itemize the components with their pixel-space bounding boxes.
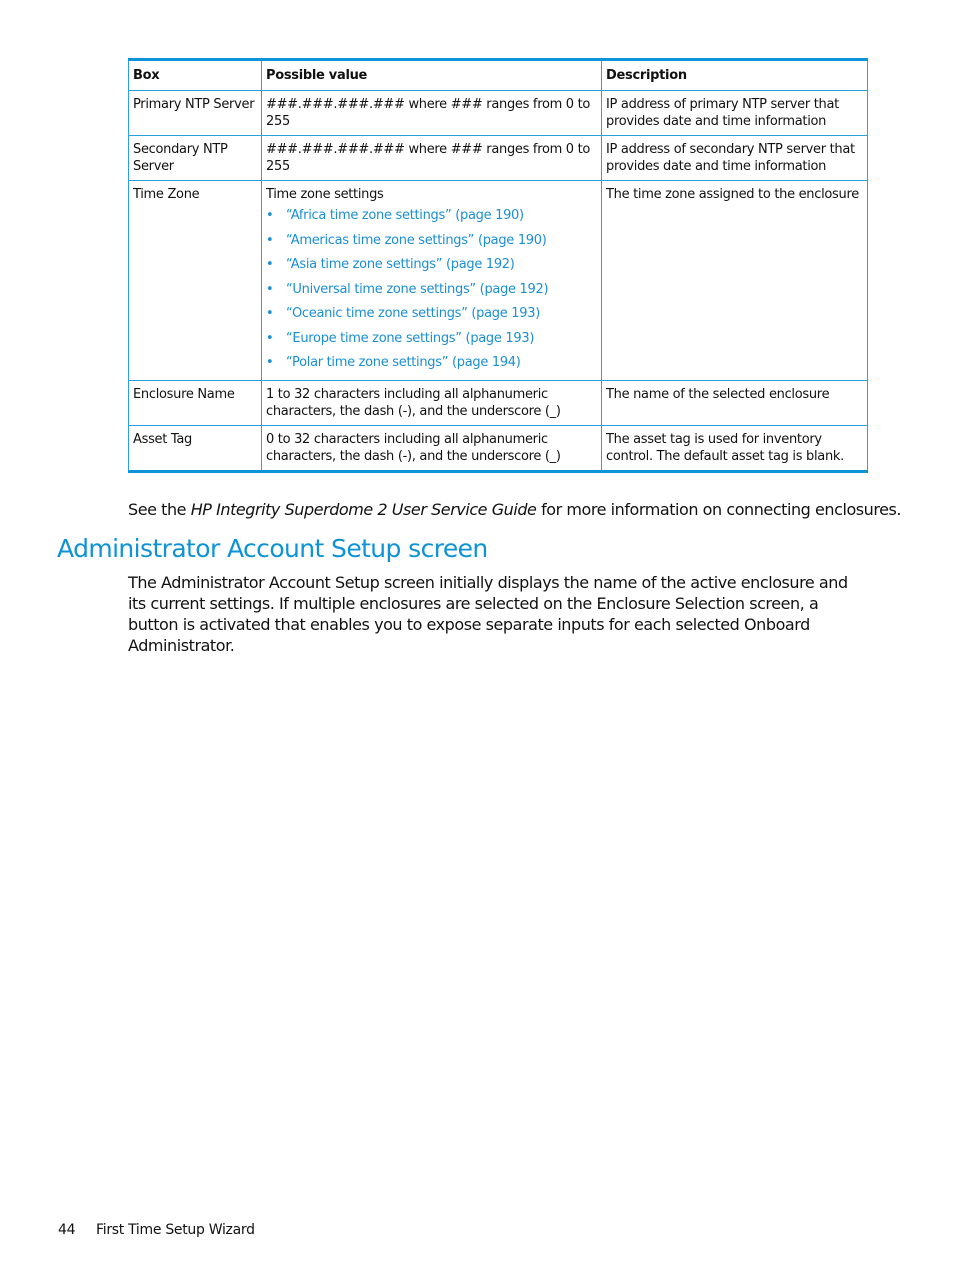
bullet-icon: •: [266, 330, 274, 346]
settings-table: Box Possible value Description Primary N…: [128, 58, 868, 473]
see-also-note: See the HP Integrity Superdome 2 User Se…: [128, 500, 901, 519]
table-row: Primary NTP Server ###.###.###.### where…: [128, 90, 868, 136]
list-item: • “Africa time zone settings” (page 190): [266, 207, 596, 224]
table-header-row: Box Possible value Description: [128, 59, 868, 91]
list-item: • “Americas time zone settings” (page 190…: [266, 232, 596, 249]
cell-box: Enclosure Name: [128, 380, 262, 426]
cell-description: The time zone assigned to the enclosure: [601, 180, 868, 381]
cell-description: The asset tag is used for inventory cont…: [601, 425, 868, 472]
link-americas-time-zone[interactable]: “Americas time zone settings” (page 190): [286, 233, 547, 248]
bullet-icon: •: [266, 355, 274, 370]
header-possible-value: Possible value: [261, 59, 602, 91]
cell-description: IP address of secondary NTP server that …: [601, 135, 868, 181]
cell-box: Primary NTP Server: [128, 90, 262, 136]
cell-description: IP address of primary NTP server that pr…: [601, 90, 868, 136]
table-row: Enclosure Name 1 to 32 characters includ…: [128, 380, 868, 426]
cell-value: 0 to 32 characters including all alphanu…: [261, 425, 602, 472]
time-zone-settings-label: Time zone settings: [266, 187, 384, 202]
table-row: Asset Tag 0 to 32 characters including a…: [128, 425, 868, 472]
bullet-icon: •: [266, 281, 274, 297]
section-body: The Administrator Account Setup screen i…: [128, 573, 848, 655]
link-universal-time-zone[interactable]: “Universal time zone settings” (page 192…: [286, 282, 549, 297]
list-item: • “Polar time zone settings” (page 194): [266, 354, 596, 371]
bullet-icon: •: [266, 257, 274, 272]
cell-box: Secondary NTP Server: [128, 135, 262, 181]
chapter-title: First Time Setup Wizard: [96, 1222, 255, 1238]
cell-value: Time zone settings • “Africa time zone se…: [261, 180, 602, 381]
guide-title: HP Integrity Superdome 2 User Service Gu…: [190, 500, 537, 519]
list-item: • “Oceanic time zone settings” (page 193): [266, 305, 596, 322]
see-prefix: See the: [128, 500, 191, 519]
cell-box: Time Zone: [128, 180, 262, 381]
header-description: Description: [601, 59, 868, 91]
link-polar-time-zone[interactable]: “Polar time zone settings” (page 194): [286, 355, 521, 370]
cell-box: Asset Tag: [128, 425, 262, 472]
cell-value: ###.###.###.### where ### ranges from 0 …: [261, 135, 602, 181]
link-oceanic-time-zone[interactable]: “Oceanic time zone settings” (page 193): [286, 306, 540, 321]
bullet-icon: •: [266, 208, 274, 223]
header-box: Box: [128, 59, 262, 91]
list-item: • “Asia time zone settings” (page 192): [266, 256, 596, 273]
cell-value: ###.###.###.### where ### ranges from 0 …: [261, 90, 602, 136]
link-europe-time-zone[interactable]: “Europe time zone settings” (page 193): [286, 331, 534, 346]
cell-description: The name of the selected enclosure: [601, 380, 868, 426]
cell-value: 1 to 32 characters including all alphanu…: [261, 380, 602, 426]
link-africa-time-zone[interactable]: “Africa time zone settings” (page 190): [286, 208, 524, 223]
bullet-icon: •: [266, 232, 274, 248]
see-suffix: for more information on connecting enclo…: [536, 500, 902, 519]
list-item: • “Europe time zone settings” (page 193): [266, 330, 596, 347]
table-row: Time Zone Time zone settings • “Africa ti…: [128, 180, 868, 381]
table-row: Secondary NTP Server ###.###.###.### whe…: [128, 135, 868, 181]
bullet-icon: •: [266, 306, 274, 321]
link-asia-time-zone[interactable]: “Asia time zone settings” (page 192): [286, 257, 515, 272]
page-footer: 44 First Time Setup Wizard: [58, 1222, 255, 1238]
section-heading: Administrator Account Setup screen: [57, 534, 488, 563]
page-number: 44: [58, 1222, 76, 1238]
list-item: • “Universal time zone settings” (page 19…: [266, 281, 596, 298]
time-zone-link-list: • “Africa time zone settings” (page 190) …: [266, 207, 596, 371]
